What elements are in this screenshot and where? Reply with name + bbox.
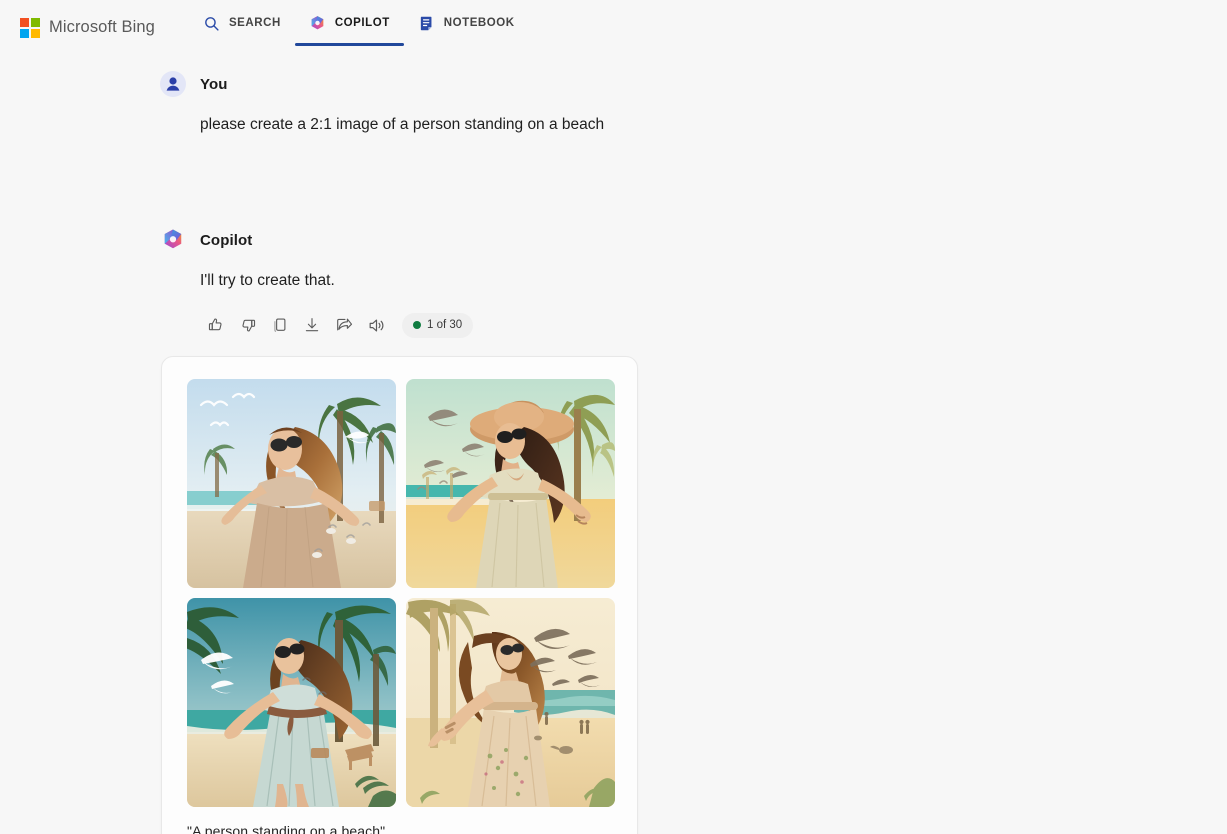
notebook-icon	[418, 15, 435, 32]
assistant-turn: Copilot I'll try to create that. 1 of 30…	[160, 136, 1227, 834]
tab-copilot[interactable]: COPILOT	[294, 0, 404, 46]
user-author-name: You	[200, 75, 228, 93]
generated-image-3[interactable]	[187, 598, 396, 807]
search-icon	[203, 15, 220, 32]
message-action-toolbar: 1 of 30	[200, 312, 1227, 338]
assistant-message-text: I'll try to create that.	[200, 272, 335, 289]
download-button[interactable]	[296, 312, 328, 338]
tab-copilot-label: COPILOT	[334, 17, 390, 29]
copilot-avatar-icon	[160, 227, 186, 253]
share-icon	[335, 316, 353, 334]
response-counter-badge[interactable]: 1 of 30	[402, 312, 474, 338]
person-avatar-icon	[160, 71, 186, 97]
bing-brand-logo[interactable]: Microsoft Bing	[20, 0, 155, 55]
share-button[interactable]	[328, 312, 360, 338]
tab-underline-active	[294, 43, 404, 46]
image-grid	[187, 379, 615, 807]
brand-title: Microsoft Bing	[49, 18, 155, 36]
tab-notebook-label: NOTEBOOK	[443, 17, 515, 29]
generated-image-1[interactable]	[187, 379, 396, 588]
image-caption: "A person standing on a beach"	[187, 823, 386, 834]
conversation-thread: You please create a 2:1 image of a perso…	[0, 55, 1227, 834]
user-turn-header: You	[160, 71, 1227, 97]
nav-tabs: SEARCH COPILOT NOTEBOOK	[189, 0, 529, 55]
speaker-icon	[367, 316, 386, 335]
tab-search-label: SEARCH	[228, 17, 281, 29]
top-navigation-bar: Microsoft Bing SEARCH COPILOT NOTEBOOK	[0, 0, 1227, 55]
user-turn: You please create a 2:1 image of a perso…	[160, 71, 1227, 136]
copy-button[interactable]	[264, 312, 296, 338]
read-aloud-button[interactable]	[360, 312, 392, 338]
thumbs-down-icon	[239, 316, 257, 334]
status-dot-icon	[413, 321, 421, 329]
generated-image-4[interactable]	[406, 598, 615, 807]
copilot-icon	[309, 15, 326, 32]
thumbs-down-button[interactable]	[232, 312, 264, 338]
assistant-author-name: Copilot	[200, 231, 253, 249]
response-counter-label: 1 of 30	[427, 319, 463, 331]
image-result-card: "A person standing on a beach"	[161, 356, 638, 834]
thumbs-up-icon	[207, 316, 225, 334]
copy-icon	[271, 316, 289, 334]
user-message-text: please create a 2:1 image of a person st…	[200, 116, 605, 133]
thumbs-up-button[interactable]	[200, 312, 232, 338]
tab-search[interactable]: SEARCH	[189, 0, 295, 46]
generated-image-2[interactable]	[406, 379, 615, 588]
download-icon	[303, 316, 321, 334]
microsoft-logo-icon	[20, 17, 40, 38]
assistant-turn-header: Copilot	[160, 227, 1227, 253]
tab-notebook[interactable]: NOTEBOOK	[404, 0, 529, 46]
